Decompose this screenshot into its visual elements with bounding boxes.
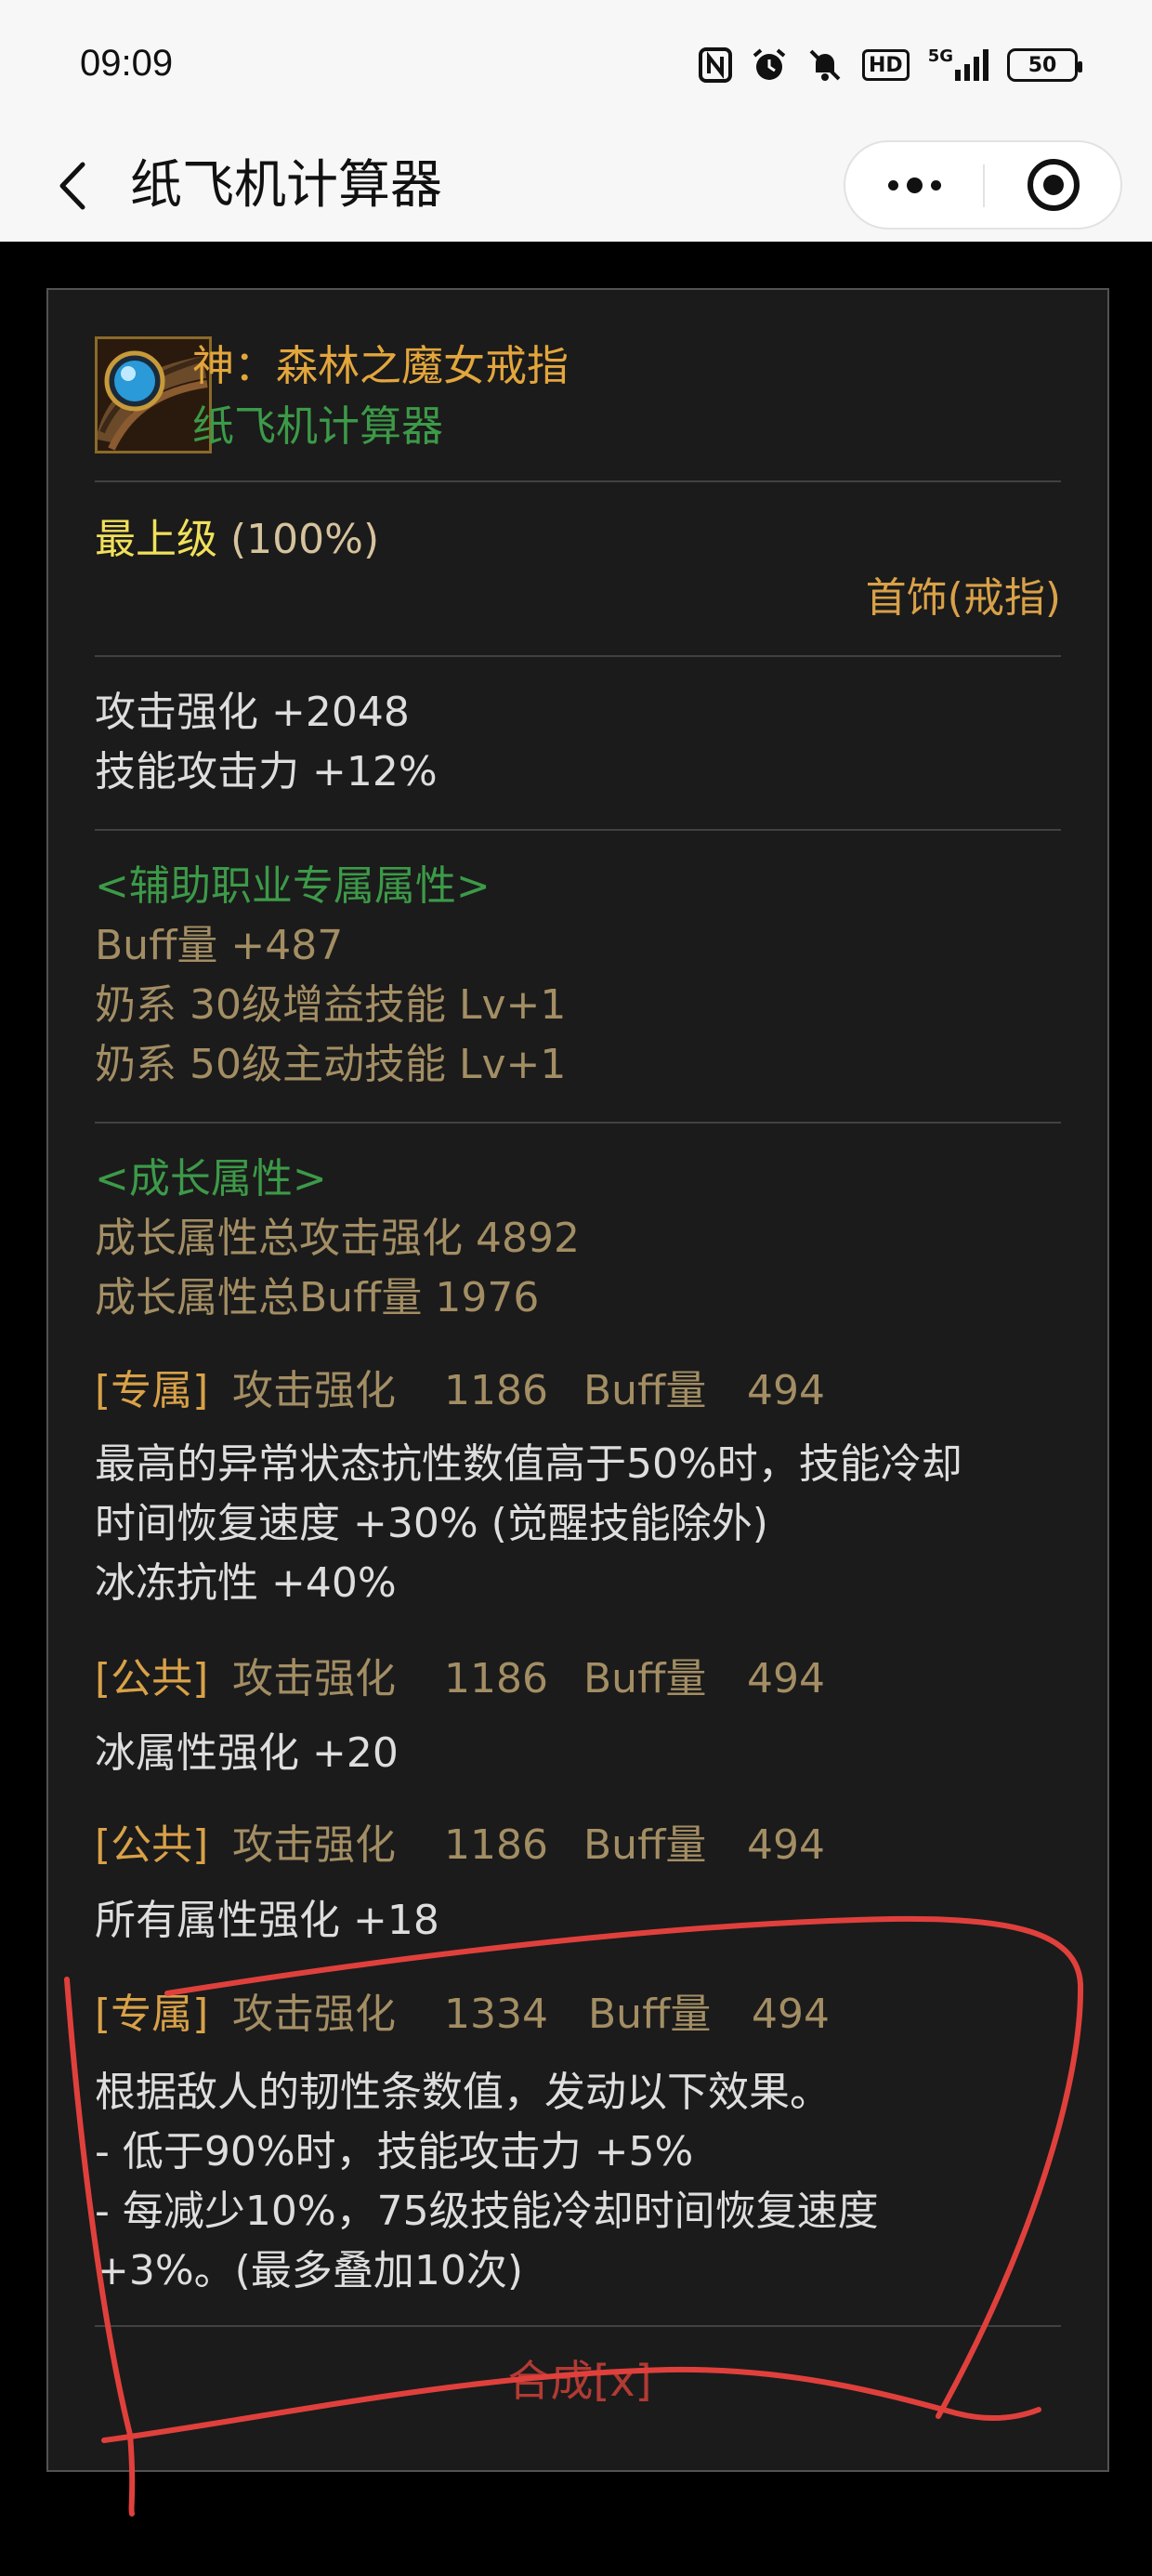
alarm-icon <box>751 46 788 84</box>
base-stat: 攻击强化 +2048 <box>95 689 410 736</box>
option-effect: 冰属性强化 +20 <box>95 1729 399 1777</box>
nav-bar: 纸飞机计算器 <box>0 135 1152 242</box>
support-header: <辅助职业专属属性> <box>95 862 491 910</box>
option-effect: 最高的异常状态抗性数值高于50%时，技能冷却 <box>95 1440 962 1488</box>
item-source: 纸飞机计算器 <box>192 401 444 451</box>
option-effect: 冰冻抗性 +40% <box>95 1559 397 1607</box>
option-atk-label: 攻击强化 <box>232 1991 396 2038</box>
signal-5g-icon: 5G <box>928 46 988 84</box>
option-tag: [专属] <box>95 1991 209 2038</box>
growth-line: 成长属性总Buff量 1976 <box>95 1274 540 1321</box>
network-label: 5G <box>927 46 953 66</box>
divider <box>95 829 1061 831</box>
mute-icon <box>806 46 844 84</box>
option-tag: [公共] <box>95 1821 209 1869</box>
option-buff-value: 494 <box>752 1991 830 2038</box>
nfc-icon <box>699 46 732 84</box>
page-title: 纸飞机计算器 <box>130 155 442 216</box>
divider <box>95 1122 1061 1124</box>
option-buff-value: 494 <box>747 1655 825 1702</box>
support-line: 奶系 50级主动技能 Lv+1 <box>95 1041 567 1088</box>
option-header: [公共] 攻击强化 1186 Buff量 494 <box>95 1649 825 1709</box>
status-bar: 09:09 HD 5G 50 <box>0 0 1152 135</box>
option-atk-value: 1186 <box>444 1821 548 1869</box>
option-effect: - 低于90%时，技能攻击力 +5% <box>95 2128 694 2175</box>
option-atk-value: 1186 <box>444 1655 548 1702</box>
option-atk-value: 1334 <box>444 1991 548 2038</box>
option-header: [公共] 攻击强化 1186 Buff量 494 <box>95 1816 825 1875</box>
target-icon <box>1028 159 1080 211</box>
battery-icon: 50 <box>1007 48 1082 82</box>
option-buff-label: Buff量 <box>583 1821 707 1869</box>
option-tag: [公共] <box>95 1655 209 1702</box>
option-buff-label: Buff量 <box>583 1655 707 1702</box>
option-effect: - 每减少10%，75级技能冷却时间恢复速度 <box>95 2188 879 2235</box>
option-buff-value: 494 <box>747 1821 825 1869</box>
option-atk-label: 攻击强化 <box>232 1655 396 1702</box>
option-tag: [专属] <box>95 1367 209 1414</box>
close-mini-program-button[interactable] <box>985 142 1122 228</box>
divider <box>95 2325 1061 2327</box>
option-header: [专属] 攻击强化 1334 Buff量 494 <box>95 1985 830 2044</box>
growth-line: 成长属性总攻击强化 4892 <box>95 1215 580 1262</box>
support-line: 奶系 30级增益技能 Lv+1 <box>95 981 567 1029</box>
status-time: 09:09 <box>80 43 174 84</box>
item-grade-row: 最上级 (100%) <box>95 510 379 570</box>
option-header: [专属] 攻击强化 1186 Buff量 494 <box>95 1361 825 1421</box>
growth-header: <成长属性> <box>95 1155 327 1203</box>
option-buff-label: Buff量 <box>583 1367 707 1414</box>
item-tooltip-card: 神：森林之魔女戒指 纸飞机计算器 最上级 (100%) 首饰(戒指) 攻击强化 … <box>46 288 1109 2472</box>
option-effect: 根据敌人的韧性条数值，发动以下效果。 <box>95 2069 831 2116</box>
option-effect: 所有属性强化 +18 <box>95 1897 439 1944</box>
more-dots-icon <box>887 179 898 191</box>
support-line: Buff量 +487 <box>95 922 344 969</box>
option-effect: 时间恢复速度 +30% (觉醒技能除外) <box>95 1500 768 1547</box>
status-icons: HD 5G 50 <box>699 46 1082 84</box>
more-button[interactable] <box>845 142 983 228</box>
item-name: 神：森林之魔女戒指 <box>192 341 569 390</box>
option-effect: +3%。(最多叠加10次) <box>95 2247 523 2294</box>
option-atk-value: 1186 <box>444 1367 548 1414</box>
option-atk-label: 攻击强化 <box>232 1367 396 1414</box>
option-atk-label: 攻击强化 <box>232 1821 396 1869</box>
item-slot: 首饰(戒指) <box>865 574 1061 622</box>
craft-button[interactable]: 合成[x] <box>48 2351 1111 2411</box>
item-grade-percent: (100%) <box>230 516 380 563</box>
base-stat: 技能攻击力 +12% <box>95 748 438 795</box>
back-button[interactable] <box>42 153 107 218</box>
divider <box>95 655 1061 657</box>
hd-icon: HD <box>862 49 910 81</box>
option-buff-label: Buff量 <box>588 1991 712 2038</box>
chevron-left-icon <box>59 162 85 210</box>
mini-program-capsule <box>844 140 1122 230</box>
divider <box>95 480 1061 482</box>
item-grade: 最上级 <box>95 516 217 563</box>
option-buff-value: 494 <box>747 1367 825 1414</box>
